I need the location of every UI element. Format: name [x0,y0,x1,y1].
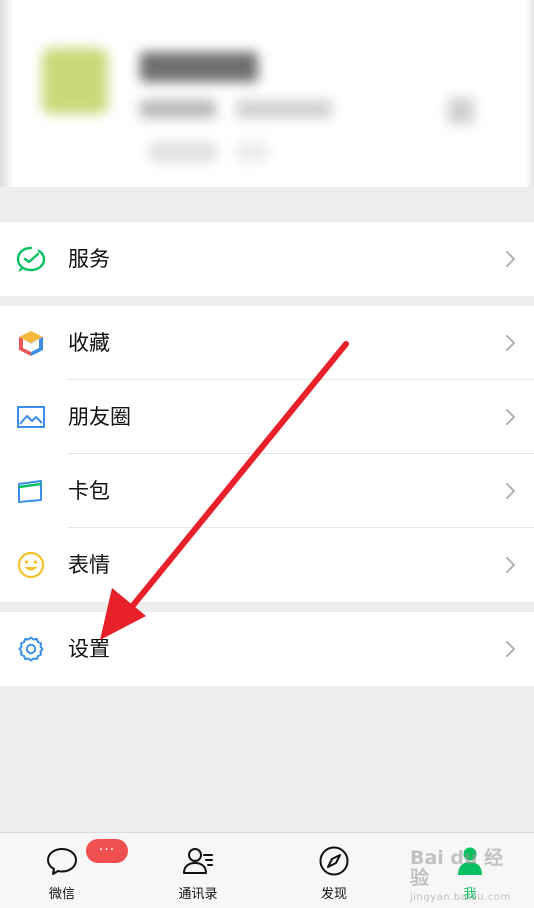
menu-label-moments: 朋友圈 [68,405,131,429]
profile-blurred-content [0,0,534,187]
nickname-redacted [140,52,258,82]
card-icon [18,480,42,503]
watermark-sub: jingyan.baidu.com [410,892,511,903]
chevron-right-icon [506,409,515,425]
gear-icon [18,636,44,662]
picture-icon [17,406,45,428]
avatar[interactable] [42,48,108,114]
profile-header[interactable] [0,0,534,187]
status-dot-redacted [234,142,270,162]
tab-label-contacts: 通讯录 [178,887,218,902]
menu-label-services: 服务 [68,247,110,271]
watermark-main: Bai du 经验 [410,847,504,889]
menu-item-favorites[interactable]: 收藏 [0,306,534,380]
tab-contacts[interactable]: 通讯录 [148,833,248,908]
compass-icon [319,846,349,876]
menu-item-services[interactable]: 服务 [0,222,534,296]
unread-badge: ··· [86,839,128,863]
tab-discover[interactable]: 发现 [284,833,384,908]
chat-bubble-icon [47,848,77,875]
wechat-id-redacted-2 [236,100,332,118]
wechat-id-redacted [140,100,216,118]
menu-label-cards: 卡包 [68,479,110,503]
tab-chats[interactable]: ··· 微信 [12,833,128,908]
chevron-right-icon [506,483,515,499]
tab-label-discover: 发现 [320,887,347,902]
menu-label-favorites: 收藏 [68,331,110,355]
watermark: Bai du 经验 jingyan.baidu.com [410,847,510,903]
chevron-right-icon [506,335,515,351]
menu-group-main: 收藏 朋友圈 卡包 表情 [0,306,534,602]
menu-item-moments[interactable]: 朋友圈 [0,380,534,454]
cube-icon [19,331,43,356]
menu-label-stickers: 表情 [68,553,110,577]
qr-code-icon[interactable] [448,98,474,124]
menu-item-settings[interactable]: 设置 [0,612,534,686]
smiley-icon [17,551,45,579]
wechat-pay-icon [16,246,46,272]
menu-item-stickers[interactable]: 表情 [0,528,534,602]
menu-group-settings: 设置 [0,612,534,686]
menu-item-cards[interactable]: 卡包 [0,454,534,528]
menu-label-settings: 设置 [68,637,110,661]
contacts-icon [183,848,213,874]
menu-group-services: 服务 [0,222,534,296]
status-pill-redacted[interactable] [148,142,218,162]
tab-label-chats: 微信 [48,887,75,902]
chevron-right-icon [506,641,515,657]
chevron-right-icon [506,557,515,573]
chevron-right-icon [506,251,515,267]
